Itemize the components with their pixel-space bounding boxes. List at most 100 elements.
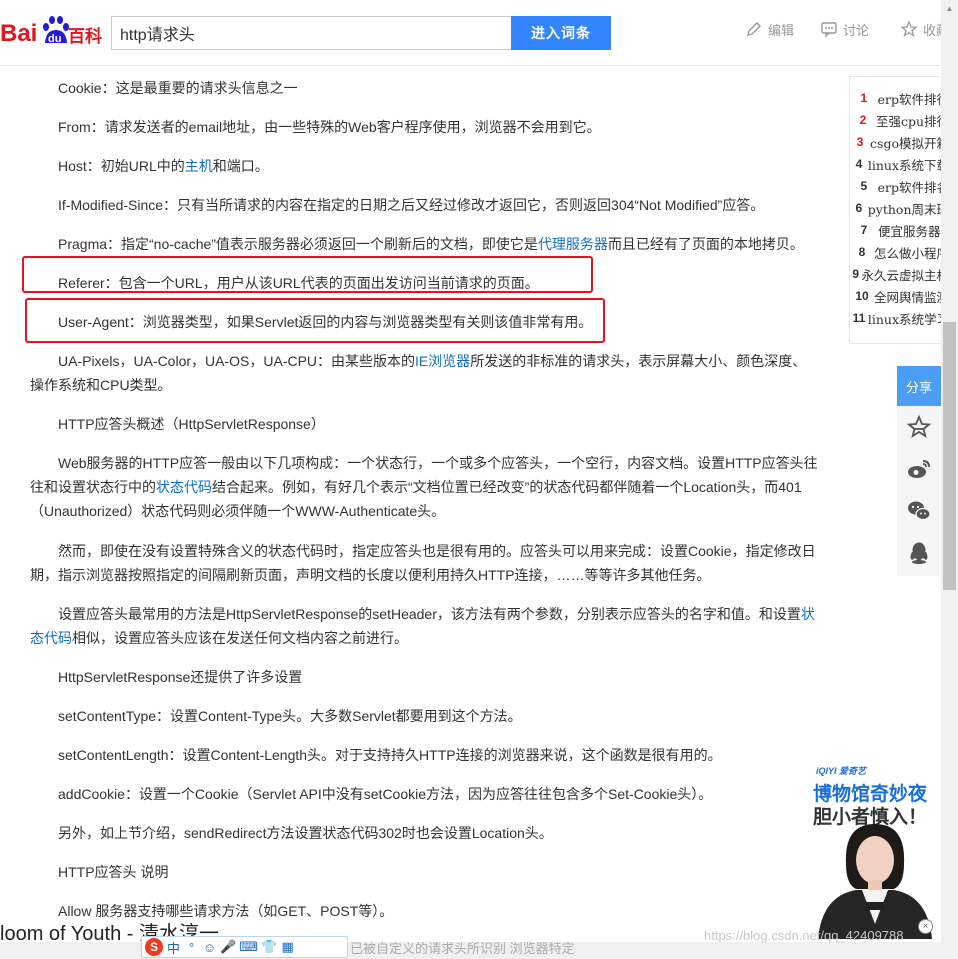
hot-list-item[interactable]: 3 csgo模拟开箱 xyxy=(850,131,949,153)
hot-rank-number: 8 xyxy=(858,245,866,259)
hot-rank-number: 5 xyxy=(860,179,868,193)
hot-rank-number: 4 xyxy=(855,157,863,171)
scroll-up-arrow-icon[interactable]: ▲ xyxy=(941,0,958,17)
paragraph-text: 和端口。 xyxy=(212,158,269,174)
hot-item-title: 怎么做小程序 xyxy=(873,245,949,261)
ime-toolbar-item[interactable]: ⌨ xyxy=(239,939,258,955)
paragraph-text: addCookie：设置一个Cookie（Servlet API中没有setCo… xyxy=(58,786,713,802)
edit-button[interactable]: 编辑 xyxy=(745,19,794,39)
qq-icon xyxy=(910,542,928,564)
hot-rank-number: 11 xyxy=(852,311,866,325)
chat-icon xyxy=(821,22,837,38)
hot-item-title: csgo模拟开箱 xyxy=(870,135,949,151)
discuss-label: 讨论 xyxy=(843,22,870,38)
ime-toolbar-item[interactable]: 中 xyxy=(166,938,181,957)
article-paragraph: From：请求发送者的email地址，由一些特殊的Web客户程序使用，浏览器不会… xyxy=(30,115,820,139)
hot-item-title: 至强cpu排行 xyxy=(875,113,949,129)
article-paragraph: addCookie：设置一个Cookie（Servlet API中没有setCo… xyxy=(30,782,820,806)
paragraph-text: Host：初始URL中的 xyxy=(58,158,185,174)
paragraph-text: UA-Pixels，UA-Color，UA-OS，UA-CPU：由某些版本的 xyxy=(58,353,416,369)
paragraph-text: 设置应答头最常用的方法是HttpServletResponse的setHeade… xyxy=(58,606,801,622)
share-panel: 分享 xyxy=(897,366,941,576)
logo-du-text: du xyxy=(48,33,61,45)
hot-list-item[interactable]: 8 怎么做小程序 xyxy=(850,241,949,263)
ime-toolbar-item[interactable]: 👕 xyxy=(261,939,277,955)
article-paragraph: Web服务器的HTTP应答一般由以下几项构成：一个状态行，一个或多个应答头，一个… xyxy=(30,451,820,523)
scrollbar-thumb[interactable] xyxy=(943,322,956,590)
paragraph-text: setContentLength：设置Content-Length头。对于支持持… xyxy=(58,747,722,763)
enter-entry-button[interactable]: 进入词条 xyxy=(511,16,611,50)
hot-list-item[interactable]: 1 erp软件排行 xyxy=(850,87,949,109)
paragraph-text: Cookie：这是最重要的请求头信息之一 xyxy=(58,80,298,96)
article-paragraph: Cookie：这是最重要的请求头信息之一 xyxy=(30,76,820,100)
paragraph-text: From：请求发送者的email地址，由一些特殊的Web客户程序使用，浏览器不会… xyxy=(58,119,601,135)
article-paragraph: setContentType：设置Content-Type头。大多数Servle… xyxy=(30,704,820,728)
share-button[interactable]: 分享 xyxy=(897,366,941,406)
baidu-baike-logo[interactable]: Bai du 百科 xyxy=(0,13,102,49)
hot-rank-number: 9 xyxy=(852,267,860,281)
star-icon xyxy=(900,20,918,38)
ime-toolbar-item[interactable]: ° xyxy=(184,940,199,955)
article-link[interactable]: IE浏览器 xyxy=(415,353,470,369)
vertical-scrollbar[interactable]: ▲ xyxy=(941,0,958,959)
article-content: Cookie：这是最重要的请求头信息之一 From：请求发送者的email地址，由… xyxy=(30,66,820,936)
paragraph-text: If-Modified-Since：只有当所请求的内容在指定的日期之后又经过修改… xyxy=(58,197,765,213)
qq-share-button[interactable] xyxy=(897,532,941,574)
search-input[interactable] xyxy=(111,16,511,50)
article-paragraph: Pragma：指定“no-cache”值表示服务器必须返回一个刷新后的文档，即使… xyxy=(30,232,820,256)
hot-list-item[interactable]: 10 全网舆情监测 xyxy=(850,285,949,307)
hot-list-item[interactable]: 2 至强cpu排行 xyxy=(850,109,949,131)
ime-toolbar-item[interactable]: ▦ xyxy=(280,939,295,955)
hot-rank-number: 3 xyxy=(856,135,864,149)
article-paragraph: UA-Pixels，UA-Color，UA-OS，UA-CPU：由某些版本的IE… xyxy=(30,349,820,397)
weibo-share-button[interactable] xyxy=(897,448,941,490)
article-paragraph: setContentLength：设置Content-Length头。对于支持持… xyxy=(30,743,820,767)
ime-toolbar: S 中 ° ☺ 🎤 ⌨ 👕 ▦ xyxy=(141,936,348,958)
hot-search-list: 1 erp软件排行 2 至强cpu排行 3 csgo模拟开箱 4 linux系统下载 5 erp软… xyxy=(849,76,949,344)
hot-item-title: 便宜服务器 xyxy=(878,223,941,239)
referer-highlight-box xyxy=(22,256,593,293)
hot-rank-number: 1 xyxy=(860,91,868,105)
ime-toolbar-item[interactable]: 🎤 xyxy=(220,939,236,955)
wechat-share-button[interactable] xyxy=(897,490,941,532)
discuss-button[interactable]: 讨论 xyxy=(820,19,869,39)
paragraph-text: Pragma：指定“no-cache”值表示服务器必须返回一个刷新后的文档，即使… xyxy=(58,236,538,252)
partial-article-text: 已被自定义的请求头所识别 浏览器特定 xyxy=(350,941,575,956)
paragraph-text: HTTP应答头 说明 xyxy=(58,864,169,880)
hot-item-title: erp软件排行 xyxy=(877,91,949,107)
edit-label: 编辑 xyxy=(768,22,795,38)
hot-item-title: linux系统学习 xyxy=(867,311,949,327)
paragraph-text: HttpServletResponse还提供了许多设置 xyxy=(58,669,303,685)
hot-list-item[interactable]: 6 python周末班 xyxy=(850,197,949,219)
hot-item-title: python周末班 xyxy=(867,201,949,217)
ad-brand-logo: iQIYI 爱奇艺 xyxy=(816,766,867,776)
hot-list-item[interactable]: 7 便宜服务器 xyxy=(850,219,949,241)
paragraph-text: 相似，设置应答头应该在发送任何文档内容之前进行。 xyxy=(72,630,408,646)
article-paragraph: 然而，即使在没有设置特殊含义的状态代码时，指定应答头也是很有用的。应答头可以用来… xyxy=(30,539,820,587)
hot-list-item[interactable]: 11 linux系统学习 xyxy=(850,307,949,329)
video-ad[interactable]: iQIYI 爱奇艺 博物馆奇妙夜 胆小者慎入！ xyxy=(808,764,941,939)
article-paragraph: HTTP应答头概述（HttpServletResponse） xyxy=(30,412,820,436)
article-link[interactable]: 主机 xyxy=(185,158,213,174)
article-paragraph: HttpServletResponse还提供了许多设置 xyxy=(30,665,820,689)
pencil-icon xyxy=(747,22,761,36)
logo-baike-text: 百科 xyxy=(68,26,102,47)
ad-close-button[interactable]: × xyxy=(918,919,933,934)
page-header: Bai du 百科 进入词条 编辑 讨论 收藏 xyxy=(0,0,958,66)
favorite-share-button[interactable] xyxy=(897,406,941,448)
hot-list-item[interactable]: 9 永久云虚拟主机 xyxy=(850,263,949,285)
ime-toolbar-item[interactable]: ☺ xyxy=(202,940,217,955)
sogou-ime-logo[interactable]: S xyxy=(145,938,163,956)
article-paragraph: HTTP应答头 说明 xyxy=(30,860,820,884)
article-paragraph: Host：初始URL中的主机和端口。 xyxy=(30,154,820,178)
article-link[interactable]: 代理服务器 xyxy=(538,236,608,252)
article-paragraph: 另外，如上节介绍，sendRedirect方法设置状态代码302时也会设置Loc… xyxy=(30,821,820,845)
paragraph-text: 然而，即使在没有设置特殊含义的状态代码时，指定应答头也是很有用的。应答头可以用来… xyxy=(30,543,816,583)
paragraph-text: 另外，如上节介绍，sendRedirect方法设置状态代码302时也会设置Loc… xyxy=(58,825,553,841)
hot-item-title: erp软件排名 xyxy=(877,179,949,195)
hot-list-item[interactable]: 5 erp软件排名 xyxy=(850,175,949,197)
hot-item-title: 永久云虚拟主机 xyxy=(861,267,949,283)
paragraph-text: HTTP应答头概述（HttpServletResponse） xyxy=(58,416,325,432)
article-link[interactable]: 状态代码 xyxy=(156,479,212,495)
hot-list-item[interactable]: 4 linux系统下载 xyxy=(850,153,949,175)
